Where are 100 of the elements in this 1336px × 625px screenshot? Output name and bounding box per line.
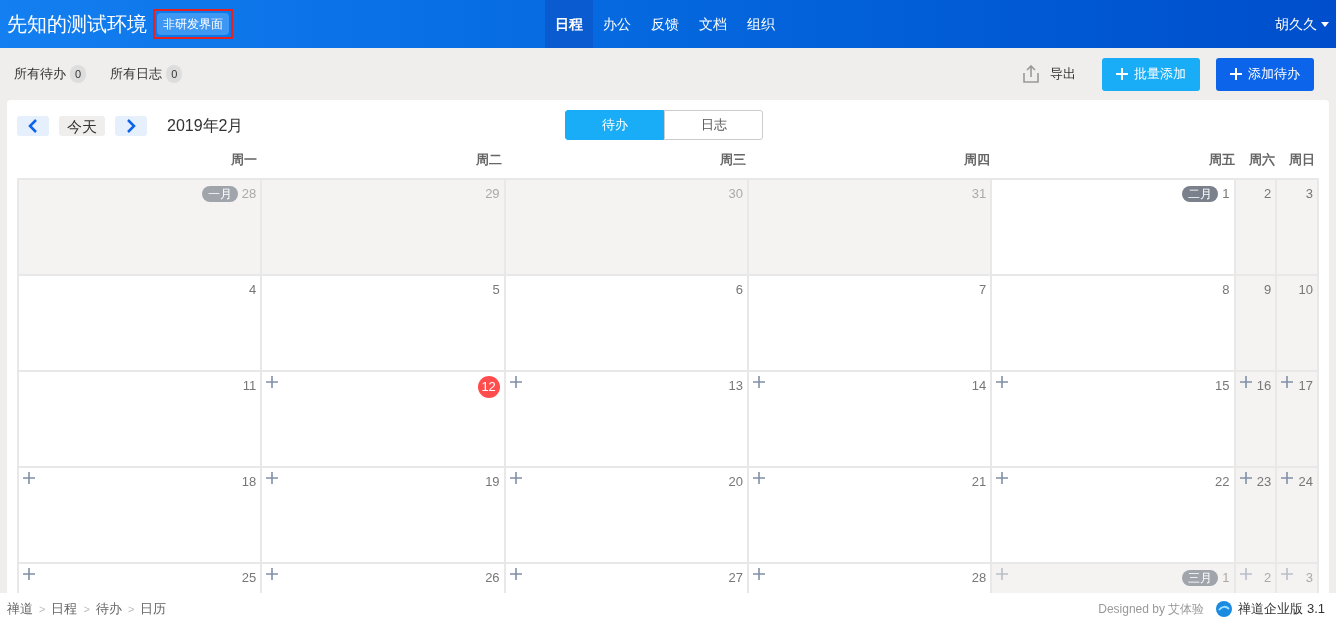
day-cell[interactable]: 6 xyxy=(505,276,747,370)
month-tag: 二月 xyxy=(1182,185,1219,202)
breadcrumb-separator: > xyxy=(127,601,135,617)
view-tab[interactable]: 日志 xyxy=(664,110,763,140)
day-cell[interactable]: 16 xyxy=(1235,372,1276,466)
add-button[interactable]: 添加待办 xyxy=(1216,57,1314,91)
export-link[interactable]: 导出 xyxy=(1050,64,1076,84)
plus-icon[interactable] xyxy=(1239,376,1252,388)
month-label: 2019年2月 xyxy=(167,116,244,136)
day-number: 5 xyxy=(492,281,500,299)
day-number: 23 xyxy=(1256,473,1272,491)
day-cell[interactable]: 25 xyxy=(19,564,261,593)
day-cell[interactable]: 一月 28 xyxy=(19,180,261,274)
app-title: 先知的测试环境 xyxy=(7,12,147,37)
day-cell[interactable]: 5 xyxy=(262,276,504,370)
filter-link[interactable]: 所有日志 xyxy=(110,64,163,84)
day-cell[interactable]: 2 xyxy=(1235,180,1276,274)
day-number: 1 xyxy=(1222,185,1230,203)
day-number: 18 xyxy=(241,473,257,491)
designed-by-text: Designed by 艾体验 xyxy=(1098,601,1205,618)
plus-icon[interactable] xyxy=(266,472,279,484)
next-button[interactable] xyxy=(115,116,147,136)
day-cell[interactable]: 二月 1 xyxy=(992,180,1234,274)
day-cell[interactable]: 15 xyxy=(992,372,1234,466)
plus-icon[interactable] xyxy=(509,472,522,484)
day-cell[interactable]: 13 xyxy=(505,372,747,466)
breadcrumb-separator: > xyxy=(83,601,90,617)
plus-icon[interactable] xyxy=(1281,472,1294,484)
plus-icon[interactable] xyxy=(509,376,522,388)
environment-badge: 非研发界面 xyxy=(153,9,233,39)
view-tab[interactable]: 待办 xyxy=(565,110,664,140)
plus-icon[interactable] xyxy=(1281,568,1294,580)
day-number: 19 xyxy=(485,473,500,491)
day-cell[interactable]: 18 xyxy=(19,468,261,562)
product-link[interactable]: 禅道企业版 3.1 xyxy=(1238,599,1325,619)
nav-tab[interactable]: 办公 xyxy=(593,0,641,48)
day-cell[interactable]: 14 xyxy=(748,372,991,466)
day-number: 10 xyxy=(1298,281,1313,299)
day-cell[interactable]: 20 xyxy=(505,468,747,562)
day-cell[interactable]: 22 xyxy=(992,468,1234,562)
breadcrumb-link[interactable]: 日历 xyxy=(140,599,167,619)
day-cell[interactable]: 27 xyxy=(505,564,747,593)
day-number: 7 xyxy=(979,281,987,299)
day-cell[interactable]: 21 xyxy=(748,468,991,562)
nav-tab[interactable]: 文档 xyxy=(689,0,737,48)
plus-icon[interactable] xyxy=(752,568,765,580)
plus-icon[interactable] xyxy=(996,472,1009,484)
day-cell[interactable]: 3 xyxy=(1277,180,1317,274)
day-number: 15 xyxy=(1215,377,1230,395)
previous-button[interactable] xyxy=(17,116,49,136)
nav-tab[interactable]: 反馈 xyxy=(641,0,689,48)
day-cell[interactable]: 10 xyxy=(1277,276,1317,370)
plus-icon[interactable] xyxy=(266,568,279,580)
plus-icon[interactable] xyxy=(266,376,279,388)
plus-icon xyxy=(1230,68,1242,80)
breadcrumb-link[interactable]: 禅道 xyxy=(7,599,33,619)
day-number: 28 xyxy=(971,569,987,587)
plus-icon[interactable] xyxy=(23,472,35,484)
day-cell[interactable]: 11 xyxy=(19,372,261,466)
day-cell[interactable]: 24 xyxy=(1277,468,1317,562)
day-cell[interactable]: 8 xyxy=(992,276,1234,370)
day-cell[interactable]: 三月 1 xyxy=(992,564,1234,593)
plus-icon[interactable] xyxy=(509,568,522,580)
plus-icon[interactable] xyxy=(1239,568,1252,580)
user-menu[interactable]: 胡久久 xyxy=(1275,13,1317,35)
plus-icon[interactable] xyxy=(752,376,765,388)
day-cell[interactable]: 4 xyxy=(19,276,261,370)
nav-tab[interactable]: 日程 xyxy=(545,0,593,48)
weekday-header: 周五 xyxy=(1207,151,1236,170)
plus-icon[interactable] xyxy=(23,568,35,580)
day-number: 22 xyxy=(1215,473,1230,491)
day-cell[interactable]: 28 xyxy=(748,564,991,593)
day-cell[interactable]: 9 xyxy=(1235,276,1276,370)
day-number: 8 xyxy=(1222,281,1230,299)
plus-icon[interactable] xyxy=(1239,472,1252,484)
day-cell[interactable]: 19 xyxy=(262,468,504,562)
day-cell[interactable]: 7 xyxy=(748,276,991,370)
day-cell[interactable]: 12 xyxy=(262,372,504,466)
weekday-header: 周一 xyxy=(230,151,259,170)
filter-link[interactable]: 所有待办 xyxy=(14,64,66,84)
day-cell[interactable]: 23 xyxy=(1235,468,1276,562)
day-number: 4 xyxy=(249,281,257,299)
day-number: 24 xyxy=(1298,473,1313,491)
day-number: 27 xyxy=(728,569,743,587)
day-number: 31 xyxy=(971,185,987,203)
day-number: 12 xyxy=(477,376,500,398)
export-icon[interactable] xyxy=(1022,65,1040,83)
nav-tab[interactable]: 组织 xyxy=(737,0,785,48)
plus-icon[interactable] xyxy=(1281,376,1294,388)
day-cell[interactable]: 17 xyxy=(1277,372,1317,466)
count-badge: 0 xyxy=(166,64,183,84)
breadcrumb-link[interactable]: 待办 xyxy=(95,599,122,619)
breadcrumb-link[interactable]: 日程 xyxy=(51,599,78,619)
today-button[interactable]: 今天 xyxy=(59,116,105,136)
day-cell[interactable]: 26 xyxy=(262,564,504,593)
plus-icon[interactable] xyxy=(996,376,1009,388)
plus-icon[interactable] xyxy=(996,568,1009,580)
plus-icon[interactable] xyxy=(752,472,765,484)
breadcrumb-separator: > xyxy=(39,601,46,617)
add-button[interactable]: 批量添加 xyxy=(1102,57,1200,91)
